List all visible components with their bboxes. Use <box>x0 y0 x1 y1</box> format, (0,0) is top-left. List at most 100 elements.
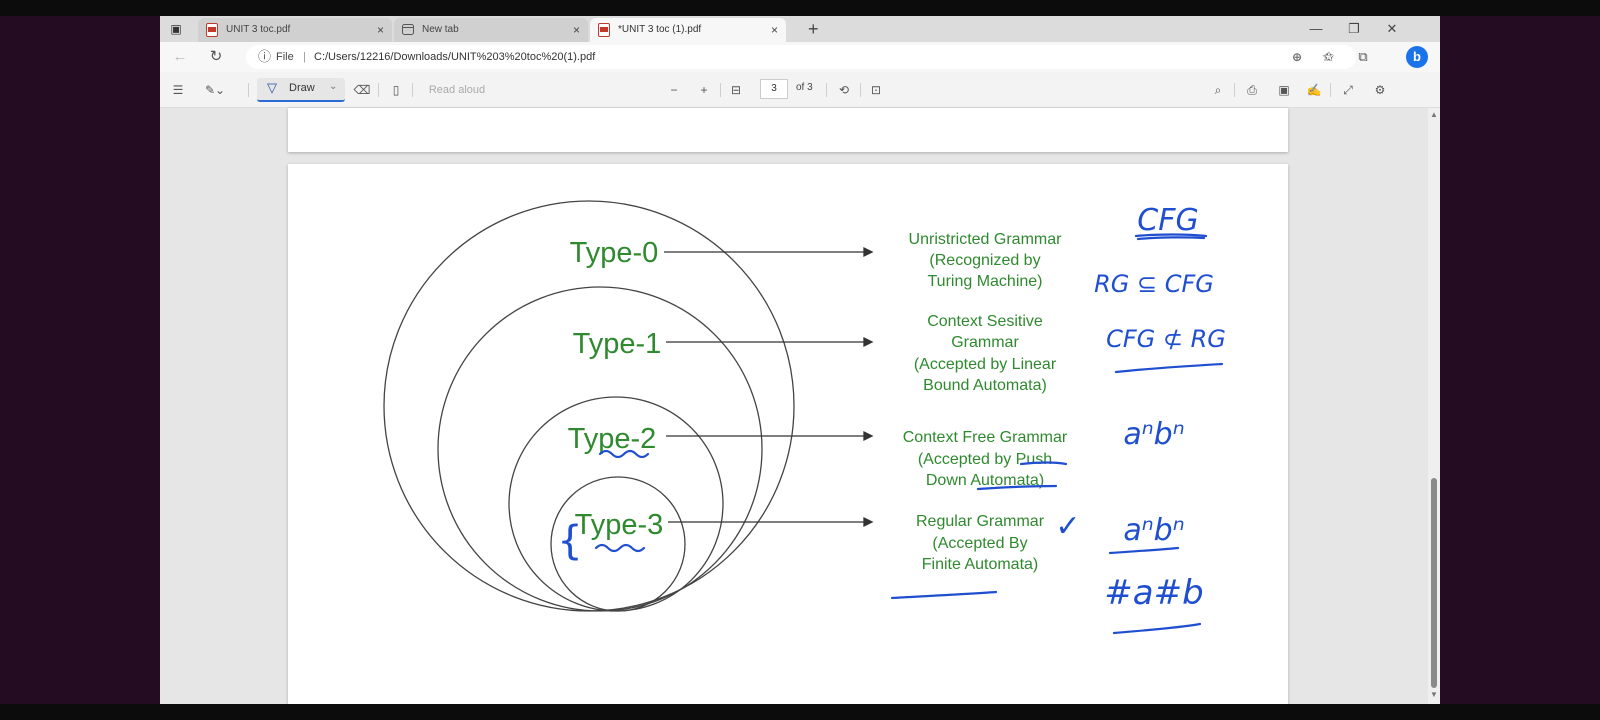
read-aloud-button[interactable]: Read aloud <box>422 81 492 99</box>
tab-strip: ▣ UNIT 3 toc.pdf × New tab × *UNIT 3 toc… <box>160 16 1440 42</box>
toolbar-divider <box>378 83 379 97</box>
toolbar-divider <box>248 83 249 97</box>
tab-label: New tab <box>422 24 459 35</box>
collections-icon[interactable]: ⧉ <box>1354 48 1372 66</box>
address-separator: | <box>303 51 306 63</box>
ink-underline-cfg-rg <box>1114 362 1224 374</box>
ink-rg-subset-cfg: RG ⊆ CFG <box>1094 270 1214 298</box>
zoom-out-button[interactable]: − <box>666 81 682 99</box>
close-window-button[interactable]: ✕ <box>1374 16 1410 42</box>
page-count: of 3 <box>796 82 813 93</box>
type-2-desc-line-2: (Accepted by Push <box>918 451 1052 468</box>
scrollbar-thumb[interactable] <box>1431 478 1437 688</box>
tab-unit3-toc[interactable]: UNIT 3 toc.pdf × <box>198 18 392 42</box>
type-2-desc-line-1: Context Free Grammar <box>903 429 1068 446</box>
extension-icon[interactable]: ◌ <box>1288 48 1306 66</box>
pdf-page-current: Type-0 Type-1 Type-2 Type-3 Unristricted… <box>288 164 1288 704</box>
right-backdrop <box>1440 0 1600 720</box>
print-icon[interactable]: ⎙ <box>1242 81 1262 99</box>
back-button[interactable]: ← <box>170 47 190 67</box>
ink-cfg: CFG <box>1137 203 1198 238</box>
type-0-desc-line-2: (Recognized by <box>929 252 1040 269</box>
new-tab-page-icon <box>402 24 414 35</box>
highlight-icon[interactable]: ✎⌄ <box>200 81 230 99</box>
ink-cfg-not-subset-rg: CFG ⊄ RG <box>1106 325 1226 353</box>
eraser-icon[interactable]: ⌫ <box>352 81 372 99</box>
tab-label: UNIT 3 toc.pdf <box>226 24 291 35</box>
fit-page-icon[interactable]: ⊟ <box>726 81 746 99</box>
favorites-icon[interactable]: ✩ <box>1320 48 1338 66</box>
info-icon[interactable]: ⓘ <box>258 49 271 65</box>
arrowhead <box>863 336 874 348</box>
type-2-label: Type-2 <box>568 423 657 455</box>
type-3-label: Type-3 <box>575 509 664 541</box>
close-icon[interactable]: × <box>771 18 778 42</box>
close-icon[interactable]: × <box>377 18 384 42</box>
toolbar-divider <box>860 83 861 97</box>
document-viewer[interactable]: Type-0 Type-1 Type-2 Type-3 Unristricted… <box>160 108 1440 704</box>
tab-label: *UNIT 3 toc (1).pdf <box>618 24 702 35</box>
toolbar-divider <box>412 83 413 97</box>
settings-icon[interactable]: ⚙ <box>1370 81 1390 99</box>
page-number-input[interactable]: 3 <box>760 79 788 99</box>
ink-checkmark: ✓ <box>1055 509 1080 544</box>
zoom-in-button[interactable]: + <box>696 81 712 99</box>
type-0-label: Type-0 <box>570 237 659 269</box>
refresh-button[interactable]: ↻ <box>206 47 226 67</box>
chevron-down-icon[interactable]: ⌄ <box>329 81 337 92</box>
type-3-desc-line-3: Finite Automata) <box>922 556 1039 573</box>
restore-button[interactable]: ❐ <box>1336 16 1372 42</box>
ink-squiggle-type3 <box>594 543 646 553</box>
arrowhead <box>863 246 874 258</box>
contents-icon[interactable]: ☰ <box>168 81 188 99</box>
ink-underline-na-nb <box>1112 622 1202 635</box>
ink-na-nb: #a#b <box>1104 573 1203 613</box>
chomsky-hierarchy-diagram: Type-0 Type-1 Type-2 Type-3 Unristricted… <box>383 200 1226 635</box>
type-1-desc-line-1: Context Sesitive <box>927 313 1043 330</box>
url-text[interactable]: C:/Users/12216/Downloads/UNIT%203%20toc%… <box>314 49 595 65</box>
page-view-icon[interactable]: ⊡ <box>866 81 886 99</box>
minimize-button[interactable]: — <box>1298 16 1334 42</box>
pdf-file-icon <box>598 23 610 37</box>
ink-underline-anbn <box>1108 546 1180 555</box>
browser-window: ▣ UNIT 3 toc.pdf × New tab × *UNIT 3 toc… <box>160 16 1440 704</box>
copilot-icon[interactable]: b <box>1406 46 1428 68</box>
ink-underline-regular <box>890 590 998 600</box>
pdf-toolbar: ☰ ✎⌄ ▽ Draw ⌄ ⌫ ▯ Read aloud − + ⊟ 3 of … <box>160 72 1440 108</box>
type-3-desc-line-1: Regular Grammar <box>916 513 1045 530</box>
type-1-desc-line-4: Bound Automata) <box>923 377 1047 394</box>
scheme-label: File <box>276 51 294 63</box>
arrowhead <box>863 430 874 442</box>
scroll-up-icon[interactable]: ▲ <box>1428 110 1440 119</box>
toolbar-divider <box>1234 83 1235 97</box>
draw-button[interactable]: ▽ Draw ⌄ <box>257 78 345 102</box>
ink-brace: { <box>557 518 582 564</box>
scroll-down-icon[interactable]: ▼ <box>1428 690 1440 699</box>
fullscreen-icon[interactable]: ⤢ <box>1338 81 1358 99</box>
type-3-desc-line-2: (Accepted By <box>932 535 1027 552</box>
view-icon[interactable]: ▯ <box>386 81 406 99</box>
arrowhead <box>863 516 874 528</box>
ink-anbn-2: aⁿbⁿ <box>1123 513 1184 548</box>
save-icon[interactable]: ▣ <box>1274 81 1294 99</box>
rotate-icon[interactable]: ⟲ <box>834 81 854 99</box>
left-backdrop <box>0 0 160 720</box>
toolbar-divider <box>720 83 721 97</box>
address-row: ← ↻ ⓘ File | C:/Users/12216/Downloads/UN… <box>160 42 1440 72</box>
tab-actions-icon[interactable]: ▣ <box>168 21 184 37</box>
toolbar-divider <box>826 83 827 97</box>
close-icon[interactable]: × <box>573 18 580 42</box>
ink-anbn-1: aⁿbⁿ <box>1123 417 1184 452</box>
address-bar[interactable]: ⓘ File | C:/Users/12216/Downloads/UNIT%2… <box>246 45 1356 69</box>
tab-new-tab[interactable]: New tab × <box>394 18 588 42</box>
bottom-letterbox <box>0 704 1600 720</box>
search-icon[interactable]: ⌕ <box>1208 81 1228 99</box>
draw-icon: ▽ <box>267 80 277 95</box>
pdf-file-icon <box>206 23 218 37</box>
save-as-icon[interactable]: ✍ <box>1304 81 1324 99</box>
new-tab-button[interactable]: + <box>808 17 819 41</box>
top-letterbox <box>0 0 1600 16</box>
toolbar-divider <box>1330 83 1331 97</box>
type-0-desc-line-3: Turing Machine) <box>927 273 1042 290</box>
tab-unit3-toc-1[interactable]: *UNIT 3 toc (1).pdf × <box>590 18 786 42</box>
